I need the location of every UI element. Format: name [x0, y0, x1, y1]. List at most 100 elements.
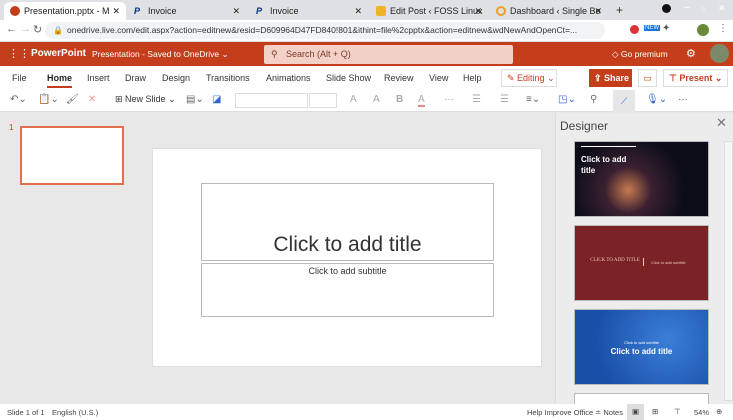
new-slide-button[interactable]: ⊞ New Slide ⌄	[115, 94, 176, 105]
tab-file[interactable]: File	[12, 73, 27, 83]
fit-slide-icon[interactable]: ⊕	[716, 407, 722, 416]
designer-icon[interactable]: ⟋	[613, 90, 635, 112]
slide-thumbnail[interactable]	[20, 126, 124, 185]
lock-icon: 🔒	[53, 26, 63, 35]
menu-icon[interactable]: ⋮	[718, 23, 728, 34]
profile-avatar[interactable]	[697, 24, 709, 36]
search-icon: ⚲	[271, 49, 278, 59]
close-icon[interactable]: ✕	[354, 6, 362, 17]
share-button[interactable]: ⇪ Share	[589, 69, 632, 87]
design-option-3[interactable]: Click to add subtitle Click to add title	[574, 309, 709, 385]
bold-icon[interactable]: B	[396, 94, 403, 105]
tab-draw[interactable]: Draw	[125, 73, 146, 83]
paypal-icon: P	[134, 6, 141, 16]
format-background-icon[interactable]: ◪	[212, 94, 221, 105]
back-button[interactable]: ←	[6, 23, 17, 35]
close-icon[interactable]: ✕	[716, 115, 727, 131]
more-font-icon[interactable]: ···	[444, 94, 454, 105]
slide-number: 1	[9, 123, 14, 132]
browser-tab[interactable]: Dashboard ‹ Single Bo ✕	[490, 2, 608, 20]
extension-new-icon[interactable]: NEW	[644, 25, 660, 31]
minimize-button[interactable]: –	[684, 2, 690, 13]
app-name[interactable]: PowerPoint	[31, 48, 86, 59]
decrease-font-icon[interactable]: A	[373, 94, 380, 105]
reading-view-icon[interactable]: ⊤	[674, 407, 681, 416]
settings-gear-icon[interactable]: ⚙	[686, 47, 696, 60]
browser-tab[interactable]: Edit Post ‹ FOSS Linux ✕	[370, 2, 488, 20]
ribbon-toolbar: ↶⌄ 📋⌄ 🖌 ✕ ⊞ New Slide ⌄ ▤⌄ ◪ A A B A ···…	[0, 90, 733, 112]
title-placeholder[interactable]: Click to add title	[201, 183, 494, 261]
powerpoint-icon	[10, 6, 20, 16]
slide-thumbnails-pane: 1	[0, 113, 140, 403]
reload-button[interactable]: ↻	[33, 23, 42, 36]
more-options-icon[interactable]: ···	[678, 94, 688, 105]
tab-home[interactable]: Home	[47, 73, 73, 88]
app-launcher-icon[interactable]: ⋮⋮	[8, 47, 30, 60]
status-bar: Slide 1 of 1 English (U.S.) Help Improve…	[0, 404, 733, 420]
font-size-select[interactable]	[309, 93, 337, 108]
format-painter-icon[interactable]: 🖌	[66, 94, 79, 105]
slide-canvas: Click to add title Click to add subtitle	[152, 148, 542, 367]
present-button[interactable]: ⊤ Present ⌄	[663, 69, 728, 87]
undo-icon[interactable]: ↶⌄	[10, 94, 27, 105]
close-icon[interactable]: ✕	[112, 6, 120, 17]
close-icon[interactable]: ✕	[474, 6, 482, 17]
layout-icon[interactable]: ▤⌄	[186, 94, 204, 105]
comments-button[interactable]: ▭	[638, 69, 657, 87]
language-button[interactable]: English (U.S.)	[52, 408, 98, 417]
dashboard-icon	[496, 6, 506, 16]
normal-view-icon[interactable]: ▣	[627, 404, 644, 420]
new-tab-button[interactable]: +	[616, 3, 623, 17]
forward-button[interactable]: →	[20, 23, 31, 35]
clear-icon[interactable]: ✕	[88, 94, 96, 105]
url-input[interactable]: 🔒 onedrive.live.com/edit.aspx?action=edit…	[45, 22, 605, 39]
search-input[interactable]: ⚲ Search (Alt + Q)	[264, 45, 513, 64]
tab-view[interactable]: View	[429, 73, 448, 83]
browser-tab-strip: Presentation.pptx - M ✕ P Invoice ✕ P Invoic…	[0, 0, 733, 20]
align-icon[interactable]: ≡⌄	[526, 94, 540, 105]
extension-icon[interactable]	[630, 25, 639, 34]
editing-mode-button[interactable]: ✎ Editing ⌄	[501, 69, 557, 87]
find-icon[interactable]: ⚲	[590, 94, 597, 105]
tab-insert[interactable]: Insert	[87, 73, 110, 83]
slide-sorter-icon[interactable]: ⊞	[652, 407, 658, 416]
subtitle-placeholder[interactable]: Click to add subtitle	[201, 263, 494, 317]
browser-tab[interactable]: P Invoice ✕	[250, 2, 368, 20]
go-premium-button[interactable]: ◇ Go premium	[612, 49, 668, 60]
font-name-select[interactable]	[235, 93, 308, 108]
maximize-button[interactable]: ▫	[702, 3, 705, 13]
close-icon[interactable]: ✕	[232, 6, 240, 17]
design-option-1[interactable]: Click to add title	[574, 141, 709, 217]
tab-help[interactable]: Help	[463, 73, 482, 83]
designer-scrollbar[interactable]	[724, 141, 733, 401]
dictate-icon[interactable]: 🎙⌄	[646, 94, 667, 105]
bullets-icon[interactable]: ☰	[472, 94, 481, 105]
ribbon-tabs: File Home Insert Draw Design Transitions…	[0, 66, 733, 90]
browser-tab[interactable]: P Invoice ✕	[128, 2, 246, 20]
font-color-icon[interactable]: A	[418, 94, 425, 107]
extension-icon[interactable]	[662, 4, 671, 13]
tab-transitions[interactable]: Transitions	[206, 73, 250, 83]
designer-pane: Designer ✕ Click to add title CLICK TO A…	[555, 113, 733, 405]
user-avatar[interactable]	[710, 44, 729, 63]
paste-icon[interactable]: 📋⌄	[38, 94, 59, 105]
help-improve-button[interactable]: Help Improve Office	[527, 408, 593, 417]
numbering-icon[interactable]: ☰	[500, 94, 509, 105]
close-window-button[interactable]: ✕	[718, 3, 726, 14]
puzzle-icon[interactable]: ✦	[662, 23, 670, 34]
document-title[interactable]: Presentation - Saved to OneDrive ⌄	[92, 49, 229, 60]
design-option-2[interactable]: CLICK TO ADD TITLE Click to add subtitle	[574, 225, 709, 301]
paypal-icon: P	[256, 6, 263, 16]
tab-review[interactable]: Review	[384, 73, 414, 83]
close-icon[interactable]: ✕	[594, 6, 602, 17]
tab-slide-show[interactable]: Slide Show	[326, 73, 371, 83]
browser-tab[interactable]: Presentation.pptx - M ✕	[4, 2, 126, 20]
tab-animations[interactable]: Animations	[266, 73, 311, 83]
tab-design[interactable]: Design	[162, 73, 190, 83]
increase-font-icon[interactable]: A	[350, 94, 357, 105]
zoom-level[interactable]: 54%	[694, 408, 709, 417]
notes-button[interactable]: ≐ Notes	[595, 408, 623, 417]
slide-count: Slide 1 of 1	[7, 408, 45, 417]
shapes-icon[interactable]: ◳⌄	[558, 94, 576, 105]
wordpress-icon	[376, 6, 386, 16]
